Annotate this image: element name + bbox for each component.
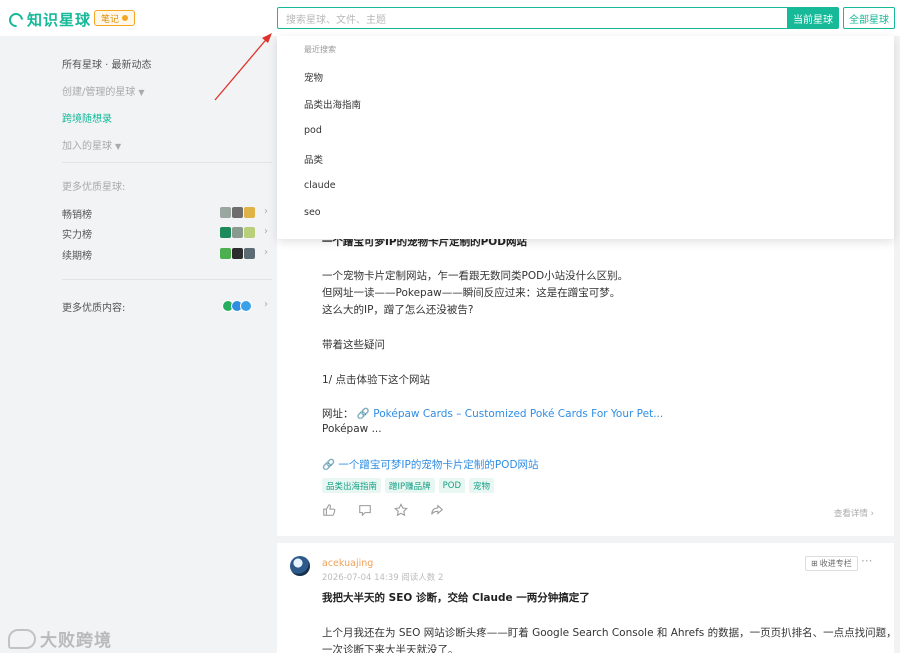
more-options-icon[interactable]: ··· <box>861 554 872 568</box>
link-icon: 🔗 <box>322 459 336 471</box>
rank-strength-avatars <box>220 227 255 238</box>
column-icon: ⊞ <box>811 559 818 568</box>
recent-search-item[interactable]: seo <box>304 207 321 218</box>
post-actions <box>322 503 444 517</box>
post-card: acekuajing 2026-07-04 14:39 阅读人数 2 ⊞ 收进专… <box>277 543 897 653</box>
sidebar-more-planets-heading: 更多优质星球: <box>62 182 126 193</box>
url-label: 网址： <box>322 408 354 420</box>
post-text: 1/ 点击体验下这个网站 <box>322 374 431 386</box>
recent-search-item[interactable]: pod <box>304 125 322 136</box>
add-to-column-button[interactable]: ⊞ 收进专栏 <box>805 556 858 571</box>
rank-sales-avatars <box>220 207 255 218</box>
avatar <box>232 207 243 218</box>
watermark-text: 大败跨境 <box>40 631 112 651</box>
recent-search-item[interactable]: 品类 <box>304 152 323 166</box>
tag[interactable]: POD <box>438 478 466 493</box>
search-current-planet-button[interactable]: 当前星球 <box>787 7 839 29</box>
post-meta: 2026-07-04 14:39 阅读人数 2 <box>322 573 444 583</box>
rank-renew-avatars <box>220 248 255 259</box>
more-content-avatars <box>222 300 252 312</box>
comment-icon[interactable] <box>358 503 372 517</box>
avatar <box>220 248 231 259</box>
view-details-link[interactable]: 查看详情 › <box>834 507 874 519</box>
recent-search-item[interactable]: 宠物 <box>304 70 323 84</box>
post-text: 这么大的IP，蹭了怎么还没被告? <box>322 304 474 316</box>
sidebar-item-all-updates[interactable]: 所有星球 · 最新动态 <box>62 56 152 71</box>
search-input[interactable] <box>278 10 787 31</box>
post-text: 但网址一读——Pokepaw——瞬间反应过来：这是在蹭宝可梦。 <box>322 287 621 299</box>
search-box[interactable] <box>277 7 787 31</box>
badge-dot-icon <box>122 15 129 21</box>
watermark-logo-icon <box>8 628 36 649</box>
share-icon[interactable] <box>430 503 444 517</box>
chevron-right-icon[interactable]: › <box>264 206 268 217</box>
avatar <box>240 300 252 312</box>
author-name[interactable]: acekuajing <box>322 558 373 569</box>
note-badge[interactable]: 笔记 <box>94 10 136 26</box>
post-text: 一次诊断下来大半天就没了。 <box>322 644 459 653</box>
star-icon[interactable] <box>394 503 408 517</box>
post-url-line: 网址： 🔗 Poképaw Cards – Customized Poké Ca… <box>322 406 663 421</box>
tag[interactable]: 蹭IP赚品牌 <box>385 478 435 493</box>
caret-down-icon: ▼ <box>115 142 122 151</box>
avatar <box>220 207 231 218</box>
sidebar-item-created[interactable]: 创建/管理的星球 ▼ <box>62 83 145 98</box>
recent-search-heading: 最近搜索 <box>304 45 336 54</box>
avatar <box>232 248 243 259</box>
sidebar-item-joined-label: 加入的星球 <box>62 141 112 152</box>
recent-search-item[interactable]: 品类出海指南 <box>304 97 361 111</box>
avatar <box>244 248 255 259</box>
sidebar-item-created-label: 创建/管理的星球 <box>62 87 136 98</box>
tag[interactable]: 品类出海指南 <box>322 478 382 493</box>
avatar[interactable] <box>290 556 310 576</box>
chevron-right-icon[interactable]: › <box>264 226 268 237</box>
sidebar-rank-sales[interactable]: 畅销榜 <box>62 206 92 221</box>
view-details-label: 查看详情 <box>833 509 868 519</box>
sidebar-rank-renew[interactable]: 续期榜 <box>62 247 92 262</box>
watermark: 大败跨境 <box>8 626 112 651</box>
logo[interactable]: 知识星球 <box>6 9 92 30</box>
avatar <box>220 227 231 238</box>
chevron-right-icon[interactable]: › <box>264 299 268 310</box>
sidebar-rank-strength[interactable]: 实力榜 <box>62 226 92 241</box>
chevron-right-icon: › <box>870 509 874 519</box>
tag[interactable]: 宠物 <box>469 478 495 493</box>
post-title[interactable]: 我把大半天的 SEO 诊断，交给 Claude 一两分钟搞定了 <box>322 590 590 605</box>
recent-search-item[interactable]: claude <box>304 180 336 191</box>
chevron-right-icon[interactable]: › <box>264 247 268 258</box>
note-badge-label: 笔记 <box>101 14 120 25</box>
avatar <box>244 207 255 218</box>
recent-search-dropdown: 最近搜索 宠物 品类出海指南 pod 品类 claude seo <box>277 36 894 239</box>
avatar <box>244 227 255 238</box>
sidebar-more-content[interactable]: 更多优质内容: <box>62 299 125 314</box>
annotation-arrow-icon <box>214 33 272 101</box>
search-all-planets-button[interactable]: 全部星球 <box>843 7 895 29</box>
sidebar-divider <box>62 162 272 163</box>
link-icon: 🔗 <box>356 408 370 420</box>
post-text: 上个月我还在为 SEO 网站诊断头疼——盯着 Google Search Con… <box>322 627 897 639</box>
top-header: 知识星球 笔记 当前星球 全部星球 <box>0 0 900 36</box>
post-text: Poképaw ... <box>322 423 382 435</box>
post-tags: 品类出海指南 蹭IP赚品牌 POD 宠物 <box>322 478 495 493</box>
add-to-column-label: 收进专栏 <box>819 559 852 568</box>
sidebar-divider <box>62 279 272 280</box>
sidebar: 所有星球 · 最新动态 创建/管理的星球 ▼ 跨境随想录 加入的星球 ▼ 更多优质星… <box>0 36 277 653</box>
logo-text: 知识星球 <box>27 11 92 29</box>
like-icon[interactable] <box>322 503 336 517</box>
post-bottom-link-label: 一个蹭宝可梦IP的宠物卡片定制的POD网站 <box>338 459 539 471</box>
caret-down-icon: ▼ <box>138 88 145 97</box>
sidebar-item-joined[interactable]: 加入的星球 ▼ <box>62 137 121 152</box>
post-url-link[interactable]: Poképaw Cards – Customized Poké Cards Fo… <box>373 408 663 420</box>
planet-logo-icon <box>6 9 26 30</box>
avatar <box>232 227 243 238</box>
post-text: 带着这些疑问 <box>322 339 385 351</box>
sidebar-item-active-planet[interactable]: 跨境随想录 <box>62 110 112 125</box>
post-text: 一个宠物卡片定制网站，乍一看跟无数同类POD小站没什么区别。 <box>322 270 629 282</box>
post-bottom-link[interactable]: 🔗 一个蹭宝可梦IP的宠物卡片定制的POD网站 <box>322 457 539 472</box>
